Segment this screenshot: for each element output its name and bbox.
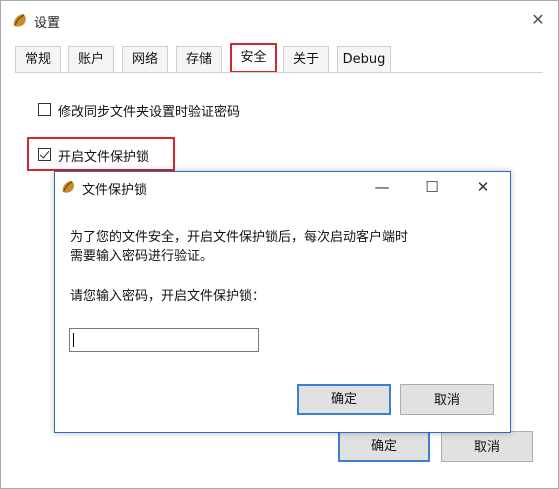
tab-debug[interactable]: Debug [337, 46, 391, 72]
dialog-cancel-button[interactable]: 取消 [400, 384, 494, 415]
settings-ok-button[interactable]: 确定 [338, 431, 430, 462]
tab-about[interactable]: 关于 [283, 46, 329, 72]
tab-storage[interactable]: 存储 [176, 46, 222, 72]
text-caret [73, 333, 74, 347]
verify-password-checkbox[interactable] [38, 103, 51, 116]
tab-account[interactable]: 账户 [68, 46, 114, 72]
file-lock-dialog: 文件保护锁 — ☐ ✕ 为了您的文件安全，开启文件保护锁后，每次启动客户端时 需… [54, 171, 511, 433]
verify-password-label: 修改同步文件夹设置时验证密码 [58, 105, 241, 120]
password-prompt: 请您输入密码，开启文件保护锁： [70, 289, 266, 304]
window-close-button[interactable]: ✕ [528, 10, 548, 30]
maximize-button[interactable]: ☐ [421, 176, 443, 198]
dialog-close-button[interactable]: ✕ [472, 176, 494, 198]
file-lock-checkbox[interactable] [38, 148, 51, 161]
settings-cancel-button[interactable]: 取消 [441, 431, 533, 462]
tab-security[interactable]: 安全 [230, 43, 277, 73]
minimize-button[interactable]: — [371, 176, 393, 198]
dialog-title: 文件保护锁 [82, 183, 148, 198]
dialog-message-line1: 为了您的文件安全，开启文件保护锁后，每次启动客户端时 [70, 230, 409, 245]
dialog-message-line2: 需要输入密码进行验证。 [70, 249, 214, 264]
tab-general[interactable]: 常规 [15, 46, 61, 72]
acorn-icon [13, 14, 26, 27]
acorn-icon [62, 180, 74, 193]
title-bar: 设置 ✕ [1, 1, 558, 39]
dialog-ok-button[interactable]: 确定 [297, 384, 391, 415]
window-title: 设置 [34, 16, 61, 31]
file-lock-label: 开启文件保护锁 [58, 150, 150, 165]
password-input[interactable] [69, 328, 259, 352]
dialog-title-bar: 文件保护锁 — ☐ ✕ [55, 172, 510, 202]
tab-network[interactable]: 网络 [122, 46, 168, 72]
